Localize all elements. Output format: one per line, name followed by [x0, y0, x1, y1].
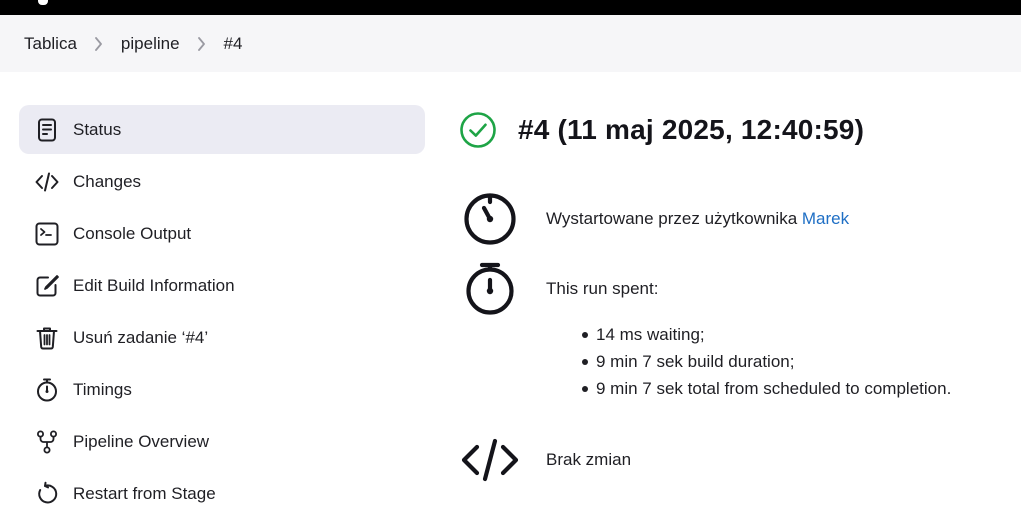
sidebar-item-delete-build[interactable]: Usuń zadanie ‘#4’: [19, 313, 425, 362]
sidebar-item-label: Restart from Stage: [73, 483, 216, 503]
sidebar-item-label: Timings: [73, 379, 132, 399]
code-icon: [33, 168, 61, 196]
sidebar: Status Changes Console Output Edit Build…: [19, 105, 425, 521]
sidebar-item-edit-build-information[interactable]: Edit Build Information: [19, 261, 425, 310]
branch-icon: [33, 428, 61, 456]
build-header: #4 (11 maj 2025, 12:40:59): [458, 105, 1018, 155]
list-item: 9 min 7 sek total from scheduled to comp…: [582, 375, 951, 402]
sidebar-item-restart-from-stage[interactable]: Restart from Stage: [19, 469, 425, 518]
changes-text: Brak zmian: [546, 450, 632, 469]
breadcrumb-dashboard[interactable]: Tablica: [24, 34, 77, 54]
sidebar-item-label: Console Output: [73, 223, 192, 243]
run-spent-row: This run spent:: [458, 258, 658, 320]
edit-icon: [33, 272, 61, 300]
sidebar-item-changes[interactable]: Changes: [19, 157, 425, 206]
chevron-right-icon: [77, 36, 121, 51]
timer-icon: [458, 188, 520, 250]
trash-icon: [33, 324, 61, 352]
code-icon: [458, 429, 520, 491]
chevron-right-icon: [180, 36, 224, 51]
sidebar-item-label: Pipeline Overview: [73, 431, 210, 451]
document-icon: [33, 116, 61, 144]
sidebar-item-pipeline-overview[interactable]: Pipeline Overview: [19, 417, 425, 466]
list-item: 14 ms waiting;: [582, 321, 951, 348]
stopwatch-icon: [458, 258, 520, 320]
top-bar: [0, 0, 1021, 15]
sidebar-item-timings[interactable]: Timings: [19, 365, 425, 414]
run-spent-label: This run spent:: [546, 279, 659, 298]
sidebar-item-label: Edit Build Information: [73, 275, 235, 295]
sidebar-item-label: Status: [73, 119, 122, 139]
started-by-label: Wystartowane przez użytkownika: [546, 209, 802, 228]
started-by-row: Wystartowane przez użytkownika Marek: [458, 188, 849, 250]
logo-fragment: [38, 0, 48, 5]
sidebar-item-status[interactable]: Status: [19, 105, 425, 154]
changes-row: Brak zmian: [458, 429, 631, 491]
stopwatch-icon: [33, 376, 61, 404]
breadcrumb-pipeline[interactable]: pipeline: [121, 34, 180, 54]
started-by-text: Wystartowane przez użytkownika Marek: [546, 209, 849, 229]
build-status-main: #4 (11 maj 2025, 12:40:59) Wystartowane …: [458, 105, 1018, 482]
sidebar-item-label: Changes: [73, 171, 142, 191]
list-item: 9 min 7 sek build duration;: [582, 348, 951, 375]
user-link[interactable]: Marek: [802, 209, 849, 228]
success-check-icon: [460, 112, 496, 148]
breadcrumb: Tablica pipeline #4: [0, 15, 1021, 72]
breadcrumb-build[interactable]: #4: [224, 34, 243, 54]
sidebar-item-label: Usuń zadanie ‘#4’: [73, 327, 209, 347]
page-title: #4 (11 maj 2025, 12:40:59): [518, 114, 865, 145]
restart-icon: [33, 480, 61, 508]
timings-list: 14 ms waiting; 9 min 7 sek build duratio…: [582, 321, 951, 402]
terminal-icon: [33, 220, 61, 248]
sidebar-item-console-output[interactable]: Console Output: [19, 209, 425, 258]
